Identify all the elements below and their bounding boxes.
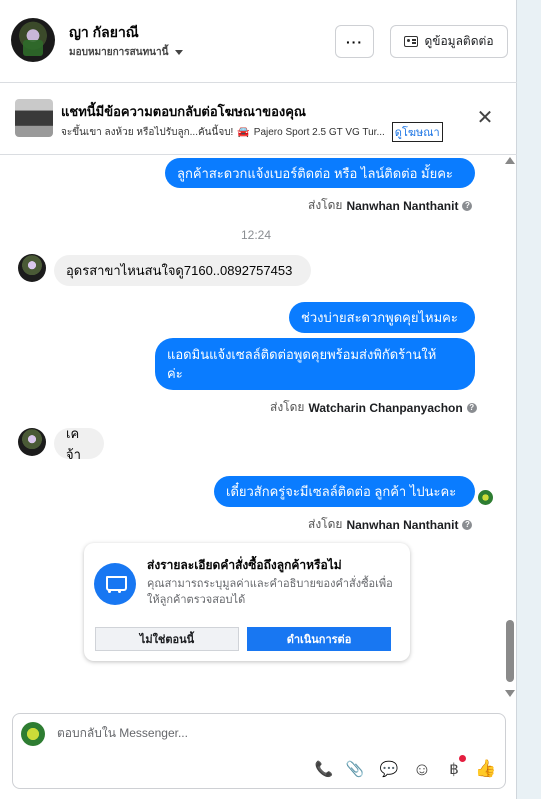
message-text: ลูกค้าสะดวกแจ้งเบอร์ติดต่อ หรือ ไลน์ติดต…: [177, 165, 453, 181]
sent-by-prefix: ส่งโดย: [308, 517, 343, 531]
side-background: [517, 0, 541, 799]
sent-by-label: ส่งโดย Nanwhan Nanthanit ?: [308, 196, 473, 215]
ad-banner-title: แชทนี้มีข้อความตอบกลับต่อโฆษณาของคุณ: [61, 104, 306, 119]
order-card-title: ส่งรายละเอียดคำสั่งซื้อถึงลูกค้าหรือไม่: [147, 558, 342, 572]
message-bubble-incoming[interactable]: อุดรสาขาไหนสนใจดู7160..0892757453: [54, 255, 311, 286]
message-text: อุดรสาขาไหนสนใจดู7160..0892757453: [66, 263, 293, 278]
view-ad-link[interactable]: ดูโฆษณา: [391, 122, 443, 142]
message-text-line1: แอดมินแจ้งเซลล์ติดต่อพูดคุยพร้อมส่งพิกัด…: [167, 347, 437, 362]
caret-down-icon: [175, 50, 184, 55]
info-icon[interactable]: ?: [462, 200, 473, 211]
message-composer: 📞 📎 💬 ☺ ฿ 👍: [12, 713, 506, 789]
assign-label: มอบหมายการสนทนานี้: [69, 47, 169, 58]
contact-card-icon: [404, 36, 419, 47]
order-card-description: คุณสามารถระบุมูลค่าและคำอธิบายของคำสั่งซ…: [147, 578, 393, 606]
message-text: เดี๋ยวสักครู่จะมีเซลล์ติดต่อ ลูกค้า ไปนะ…: [226, 484, 457, 499]
ad-thumbnail: [15, 99, 53, 137]
view-contact-info-button[interactable]: ดูข้อมูลติดต่อ: [390, 25, 508, 58]
conversation-header: ญา กัลยาณี มอบหมายการสนทนานี้ ··· ดูข้อม…: [0, 0, 517, 83]
contact-avatar-small: [18, 428, 46, 456]
notification-dot: [459, 755, 466, 762]
not-now-button[interactable]: ไม่ใช่ตอนนี้: [95, 627, 239, 651]
more-options-button[interactable]: ···: [335, 25, 374, 58]
car-icon: 🚘: [237, 126, 250, 138]
message-text: เคจ้า: [66, 425, 81, 462]
message-text-line2: ค่ะ: [167, 366, 183, 381]
sent-by-label: ส่งโดย Watcharin Chanpanyachon ?: [270, 398, 477, 417]
contact-avatar-small: [18, 254, 46, 282]
shopping-cart-icon: [94, 563, 136, 605]
ad-reply-banner: แชทนี้มีข้อความตอบกลับต่อโฆษณาของคุณ จะข…: [0, 84, 517, 155]
timestamp: 12:24: [241, 228, 272, 242]
ad-subtitle-text: จะขึ้นเขา ลงห้วย หรือไปรับลูก...คันนี้จบ…: [61, 126, 234, 138]
page-avatar: [21, 722, 45, 746]
sent-by-name: Watcharin Chanpanyachon: [308, 400, 463, 415]
seen-avatar: [478, 490, 493, 505]
saved-reply-icon[interactable]: 💬: [378, 758, 400, 780]
contact-avatar[interactable]: [11, 18, 55, 62]
message-text: ช่วงบ่ายสะดวกพูดคุยไหมคะ: [301, 310, 458, 325]
message-bubble-outgoing[interactable]: ช่วงบ่ายสะดวกพูดคุยไหมคะ: [289, 302, 475, 333]
message-bubble-outgoing[interactable]: ลูกค้าสะดวกแจ้งเบอร์ติดต่อ หรือ ไลน์ติดต…: [165, 158, 475, 188]
info-icon[interactable]: ?: [466, 402, 477, 413]
view-contact-info-label: ดูข้อมูลติดต่อ: [424, 34, 494, 48]
sent-by-prefix: ส่งโดย: [270, 400, 305, 414]
scrollbar-thumb[interactable]: [506, 620, 514, 682]
call-icon[interactable]: 📞: [313, 758, 335, 780]
ad-banner-subtitle: จะขึ้นเขา ลงห้วย หรือไปรับลูก...คันนี้จบ…: [61, 122, 443, 142]
order-details-prompt-card: ส่งรายละเอียดคำสั่งซื้อถึงลูกค้าหรือไม่ …: [84, 543, 410, 661]
like-icon[interactable]: 👍: [475, 758, 497, 780]
message-bubble-incoming[interactable]: เคจ้า: [54, 426, 104, 462]
sent-by-name: Nanwhan Nanthanit: [346, 517, 459, 532]
assign-conversation-dropdown[interactable]: มอบหมายการสนทนานี้: [69, 45, 184, 60]
message-bubble-outgoing[interactable]: เดี๋ยวสักครู่จะมีเซลล์ติดต่อ ลูกค้า ไปนะ…: [214, 476, 475, 507]
contact-name[interactable]: ญา กัลยาณี: [69, 22, 139, 44]
ad-name: Pajero Sport 2.5 GT VG Tur...: [253, 126, 385, 138]
reply-input[interactable]: [57, 726, 477, 740]
sent-by-name: Nanwhan Nanthanit: [346, 198, 459, 213]
scroll-down-arrow-icon[interactable]: [505, 690, 515, 697]
sent-by-label: ส่งโดย Nanwhan Nanthanit ?: [308, 515, 473, 534]
close-banner-icon[interactable]: ✕: [475, 106, 495, 129]
emoji-icon[interactable]: ☺: [411, 758, 433, 780]
info-icon[interactable]: ?: [462, 519, 473, 530]
sent-by-prefix: ส่งโดย: [308, 198, 343, 212]
continue-button[interactable]: ดำเนินการต่อ: [247, 627, 391, 651]
attachment-icon[interactable]: 📎: [344, 758, 366, 780]
scroll-up-arrow-icon[interactable]: [505, 157, 515, 164]
chat-panel: ญา กัลยาณี มอบหมายการสนทนานี้ ··· ดูข้อม…: [0, 0, 517, 799]
message-bubble-outgoing[interactable]: แอดมินแจ้งเซลล์ติดต่อพูดคุยพร้อมส่งพิกัด…: [155, 338, 475, 390]
